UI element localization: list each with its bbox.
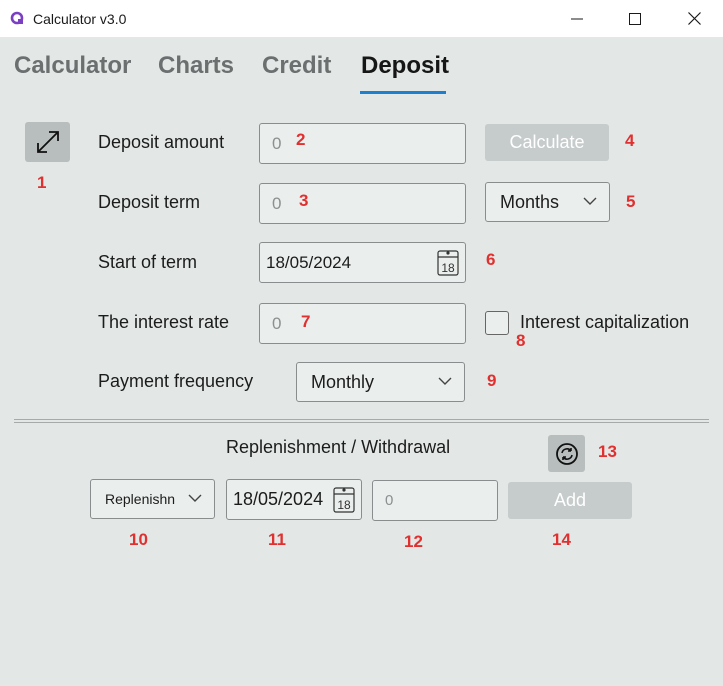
active-tab-indicator — [360, 91, 446, 94]
payment-frequency-select[interactable]: Monthly — [296, 362, 465, 402]
interest-rate-input[interactable]: 0 — [259, 303, 466, 344]
callout-badge: 14 — [552, 530, 571, 549]
term-unit-value: Months — [500, 191, 560, 212]
refresh-button[interactable] — [548, 435, 585, 472]
interest-capitalization-checkbox[interactable] — [485, 311, 509, 335]
minimize-icon — [571, 18, 583, 19]
tab-deposit[interactable]: Deposit — [361, 52, 449, 80]
start-of-term-value: 18/05/2024 — [266, 252, 352, 272]
calendar-day: 18 — [337, 498, 351, 512]
tab-charts[interactable]: Charts — [158, 52, 234, 80]
callout-badge: 4 — [625, 131, 635, 150]
callout-badge: 12 — [404, 532, 423, 551]
deposit-term-input[interactable]: 0 — [259, 183, 466, 224]
window-title: Calculator v3.0 — [33, 11, 127, 27]
chevron-down-icon — [188, 494, 202, 502]
operation-amount-placeholder: 0 — [385, 492, 394, 509]
maximize-button[interactable] — [606, 0, 664, 37]
callout-badge: 6 — [486, 250, 496, 269]
callout-badge: 7 — [301, 312, 311, 331]
calculate-button[interactable]: Calculate — [485, 124, 609, 161]
interest-rate-label: The interest rate — [98, 312, 230, 332]
start-of-term-date-input[interactable]: 18/05/2024 — [259, 242, 466, 283]
close-icon — [687, 12, 701, 25]
calendar-day: 18 — [441, 261, 455, 275]
callout-badge: 8 — [516, 331, 526, 350]
start-of-term-label: Start of term — [98, 252, 198, 272]
callout-badge: 5 — [626, 192, 636, 211]
replenishment-heading: Replenishment / Withdrawal — [226, 437, 451, 457]
title-bar: Calculator v3.0 — [0, 0, 723, 37]
refresh-icon — [555, 442, 578, 465]
callout-badge: 11 — [268, 530, 286, 549]
callout-badge: 3 — [299, 191, 309, 210]
interest-rate-placeholder: 0 — [272, 313, 282, 333]
deposit-amount-input[interactable]: 0 — [259, 123, 466, 164]
tab-calculator[interactable]: Calculator — [14, 52, 131, 80]
interest-capitalization-label: Interest capitalization — [520, 312, 690, 332]
section-divider — [14, 419, 709, 423]
calendar-icon[interactable]: 18 — [437, 248, 459, 276]
chevron-down-icon — [438, 377, 452, 385]
callout-badge: 13 — [598, 442, 617, 461]
deposit-amount-placeholder: 0 — [272, 133, 282, 153]
term-unit-select[interactable]: Months — [485, 182, 610, 222]
deposit-term-label: Deposit term — [98, 192, 201, 212]
operation-date-value: 18/05/2024 — [233, 489, 324, 509]
tab-credit[interactable]: Credit — [262, 52, 331, 80]
operation-amount-input[interactable]: 0 — [372, 480, 498, 521]
callout-badge: 2 — [296, 130, 306, 149]
add-operation-button[interactable]: Add — [508, 482, 632, 519]
close-button[interactable] — [665, 0, 723, 37]
operation-type-value: Replenishn — [105, 491, 176, 507]
minimize-button[interactable] — [548, 0, 606, 37]
app-logo-icon — [10, 11, 24, 25]
maximize-icon — [629, 12, 641, 25]
callout-badge: 9 — [487, 371, 497, 390]
payment-frequency-label: Payment frequency — [98, 371, 254, 391]
chevron-down-icon — [583, 197, 597, 205]
deposit-amount-label: Deposit amount — [98, 132, 225, 152]
calendar-icon[interactable]: 18 — [333, 485, 355, 513]
callout-badge: 10 — [129, 530, 148, 549]
callout-badge: 1 — [37, 173, 47, 192]
deposit-term-placeholder: 0 — [272, 193, 282, 213]
expand-icon — [36, 131, 59, 153]
operation-type-select[interactable]: Replenishn — [90, 479, 215, 519]
payment-frequency-value: Monthly — [311, 371, 375, 392]
expand-button[interactable] — [25, 122, 70, 162]
